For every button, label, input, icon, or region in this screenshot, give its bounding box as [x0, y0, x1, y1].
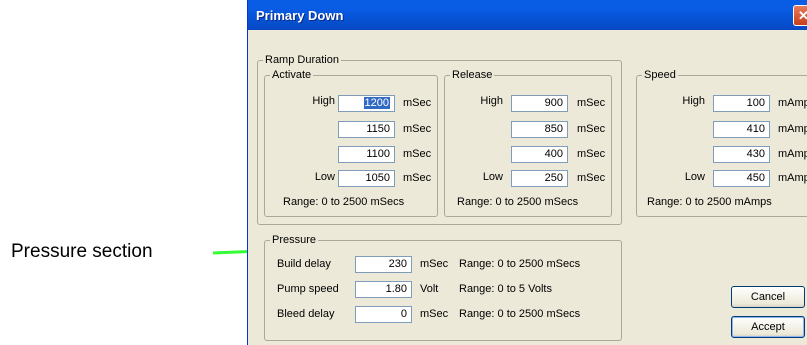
speed-range: Range: 0 to 2500 mAmps: [647, 196, 772, 208]
speed-group: Speed High 100 mAmp 410 mAmp 430 mAmp Lo…: [636, 70, 807, 217]
release-label-high: High: [480, 95, 503, 107]
speed-unit: mAmp: [778, 148, 807, 160]
speed-unit: mAmp: [778, 97, 807, 109]
dialog-client-area: Ramp Duration Activate High 1200 mSec 11…: [248, 30, 807, 345]
cancel-button[interactable]: Cancel: [731, 286, 805, 308]
speed-unit: mAmp: [778, 172, 807, 184]
activate-high-value: 1200: [363, 97, 390, 109]
speed-low-input[interactable]: 450: [713, 170, 770, 187]
activate-label-high: High: [312, 95, 335, 107]
release-unit: mSec: [577, 172, 606, 184]
bleed-delay-label: Bleed delay: [277, 308, 335, 320]
speed-legend: Speed: [644, 69, 676, 81]
pump-speed-range: Range: 0 to 5 Volts: [459, 283, 552, 295]
pump-speed-unit: Volt: [420, 283, 439, 295]
release-low-input[interactable]: 250: [511, 170, 568, 187]
pump-speed-label: Pump speed: [277, 283, 339, 295]
activate-mid1-input[interactable]: 1150: [338, 121, 395, 138]
speed-mid2-input[interactable]: 430: [713, 146, 770, 163]
pressure-legend: Pressure: [272, 234, 317, 246]
ramp-duration-legend: Ramp Duration: [265, 54, 339, 66]
activate-unit: mSec: [403, 148, 432, 160]
release-label-low: Low: [482, 171, 503, 183]
speed-label-low: Low: [684, 171, 705, 183]
activate-label-low: Low: [314, 171, 335, 183]
activate-legend: Activate: [272, 69, 312, 81]
release-unit: mSec: [577, 148, 606, 160]
build-delay-unit: mSec: [420, 258, 449, 270]
dialog-window: Primary Down ✕ Ramp Duration Activate Hi…: [247, 0, 807, 345]
window-title: Primary Down: [256, 8, 344, 23]
activate-unit: mSec: [403, 123, 432, 135]
pump-speed-input[interactable]: 1.80: [355, 281, 412, 298]
build-delay-input[interactable]: 230: [355, 256, 412, 273]
pressure-group: Pressure Build delay 230 mSec Range: 0 t…: [264, 235, 622, 341]
close-button[interactable]: ✕: [793, 5, 807, 26]
title-bar[interactable]: Primary Down ✕: [248, 0, 807, 30]
release-unit: mSec: [577, 97, 606, 109]
bleed-delay-unit: mSec: [420, 308, 449, 320]
release-group: Release High 900 mSec 850 mSec 400 mSec …: [444, 70, 612, 217]
speed-unit: mAmp: [778, 123, 807, 135]
activate-range: Range: 0 to 2500 mSecs: [283, 196, 405, 208]
activate-unit: mSec: [403, 172, 432, 184]
release-mid1-input[interactable]: 850: [511, 121, 568, 138]
release-range: Range: 0 to 2500 mSecs: [457, 196, 579, 208]
build-delay-range: Range: 0 to 2500 mSecs: [459, 258, 581, 270]
build-delay-label: Build delay: [277, 258, 331, 270]
release-mid2-input[interactable]: 400: [511, 146, 568, 163]
speed-high-input[interactable]: 100: [713, 95, 770, 112]
activate-unit: mSec: [403, 97, 432, 109]
accept-button[interactable]: Accept: [731, 316, 805, 338]
activate-high-input[interactable]: 1200: [338, 95, 395, 112]
activate-mid2-input[interactable]: 1100: [338, 146, 395, 163]
close-icon: ✕: [798, 8, 807, 23]
activate-low-input[interactable]: 1050: [338, 170, 395, 187]
activate-group: Activate High 1200 mSec 1150 mSec 1100 m…: [264, 70, 438, 217]
bleed-delay-range: Range: 0 to 2500 mSecs: [459, 308, 581, 320]
release-unit: mSec: [577, 123, 606, 135]
bleed-delay-input[interactable]: 0: [355, 306, 412, 323]
release-legend: Release: [452, 69, 493, 81]
speed-label-high: High: [682, 95, 705, 107]
annotation-label: Pressure section: [11, 241, 153, 262]
speed-mid1-input[interactable]: 410: [713, 121, 770, 138]
release-high-input[interactable]: 900: [511, 95, 568, 112]
